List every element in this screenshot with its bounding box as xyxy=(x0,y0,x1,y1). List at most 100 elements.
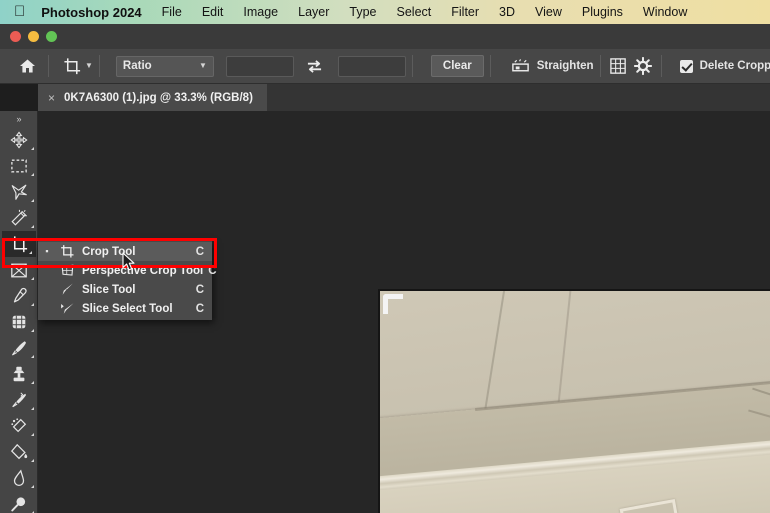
eyedropper-tool-icon xyxy=(13,287,27,303)
tool-lasso[interactable] xyxy=(0,179,38,205)
photoshop-app-window:  Photoshop 2024 File Edit Image Layer T… xyxy=(0,0,770,513)
slice-select-icon xyxy=(57,301,77,316)
menu-item-file[interactable]: File xyxy=(162,5,182,19)
menu-item-window[interactable]: Window xyxy=(643,5,687,19)
tool-brush[interactable] xyxy=(0,335,38,361)
menu-item-slice-tool[interactable]: Slice Tool C xyxy=(38,280,212,299)
macos-menu-bar:  Photoshop 2024 File Edit Image Layer T… xyxy=(0,0,770,24)
tool-options-bar: ▼ Ratio ▼ Clear Straighten Delete Cropp xyxy=(0,49,770,84)
tool-blur[interactable] xyxy=(0,465,38,491)
tool-paint-bucket[interactable] xyxy=(0,439,38,465)
document-tab-title: 0K7A6300 (1).jpg @ 33.3% (RGB/8) xyxy=(64,91,253,104)
straighten-button[interactable]: Straighten xyxy=(511,58,594,74)
tool-group-indicator xyxy=(31,485,34,488)
document-tab[interactable]: × 0K7A6300 (1).jpg @ 33.3% (RGB/8) xyxy=(38,84,267,111)
clone-stamp-icon xyxy=(13,366,25,382)
history-brush-icon xyxy=(12,392,27,408)
swap-arrows-icon xyxy=(308,59,322,73)
menu-item-3d[interactable]: 3D xyxy=(499,5,515,19)
menu-item-filter[interactable]: Filter xyxy=(451,5,479,19)
maximize-button[interactable] xyxy=(46,31,57,42)
home-icon xyxy=(19,59,35,73)
straighten-icon xyxy=(511,59,529,72)
minimize-button[interactable] xyxy=(28,31,39,42)
crop-width-input[interactable] xyxy=(225,55,294,77)
tool-crop[interactable] xyxy=(2,231,36,257)
image-preview[interactable] xyxy=(378,289,770,513)
menu-item-shortcut: C xyxy=(208,264,217,277)
close-button[interactable] xyxy=(10,31,21,42)
tools-panel: » xyxy=(0,111,38,513)
eraser-tool-icon xyxy=(11,418,27,433)
window-title-bar xyxy=(0,24,770,49)
chevron-down-icon: ▼ xyxy=(199,61,207,70)
menu-item-slice-select-tool[interactable]: Slice Select Tool C xyxy=(38,299,212,318)
application-frame: ▼ Ratio ▼ Clear Straighten Delete Cropp … xyxy=(0,24,770,513)
menu-item-plugins[interactable]: Plugins xyxy=(582,5,623,19)
divider xyxy=(660,55,662,77)
crop-tool-icon xyxy=(64,57,81,74)
picture-frame xyxy=(619,499,680,513)
tool-zoom[interactable] xyxy=(0,491,38,513)
aspect-ratio-value: Ratio xyxy=(122,60,152,72)
home-button[interactable] xyxy=(12,53,42,79)
blur-tool-icon xyxy=(13,469,25,486)
magic-wand-tool-icon xyxy=(11,209,27,226)
active-tool-preview[interactable]: ▼ xyxy=(63,57,93,76)
tool-group-indicator xyxy=(31,381,34,384)
lasso-tool-icon xyxy=(11,184,27,200)
swap-dimensions-button[interactable] xyxy=(304,55,326,77)
delete-cropped-pixels-checkbox[interactable] xyxy=(679,59,693,73)
divider xyxy=(411,55,413,77)
menu-item-layer[interactable]: Layer xyxy=(298,5,329,19)
tool-eyedropper[interactable] xyxy=(0,283,38,309)
crop-height-input[interactable] xyxy=(337,55,406,77)
menu-item-view[interactable]: View xyxy=(535,5,562,19)
crop-corner-handle[interactable] xyxy=(383,294,403,314)
tool-group-indicator xyxy=(31,147,34,150)
tool-move[interactable] xyxy=(0,127,38,153)
menu-item-label: Crop Tool xyxy=(82,245,136,258)
expand-panel-icon[interactable]: » xyxy=(0,111,37,127)
tool-marquee[interactable] xyxy=(0,153,38,179)
tool-eraser[interactable] xyxy=(0,413,38,439)
menu-item-image[interactable]: Image xyxy=(243,5,278,19)
clear-button[interactable]: Clear xyxy=(430,55,484,77)
delete-cropped-pixels-option[interactable]: Delete Cropped Pixels xyxy=(679,59,770,73)
crop-tool-icon xyxy=(10,235,27,252)
tool-group-indicator xyxy=(31,433,34,436)
selected-indicator: ▪ xyxy=(45,246,49,256)
tool-history-brush[interactable] xyxy=(0,387,38,413)
brush-tool-icon xyxy=(12,341,27,356)
tool-clone-stamp[interactable] xyxy=(0,361,38,387)
tool-group-indicator xyxy=(29,251,32,254)
clear-button-label: Clear xyxy=(442,60,472,72)
slice-tool-icon xyxy=(57,282,77,297)
move-tool-icon xyxy=(10,131,28,149)
tool-magic-wand[interactable] xyxy=(0,205,38,231)
menu-item-type[interactable]: Type xyxy=(349,5,376,19)
frame-tool-icon xyxy=(11,263,27,277)
marquee-tool-icon xyxy=(11,159,27,173)
divider xyxy=(98,55,100,77)
menu-item-shortcut: C xyxy=(195,302,204,315)
tool-frame[interactable] xyxy=(0,257,38,283)
divider xyxy=(599,55,601,77)
crop-settings-button[interactable] xyxy=(631,54,655,78)
crop-tool-icon xyxy=(57,244,77,259)
menu-item-select[interactable]: Select xyxy=(397,5,432,19)
tool-group-indicator xyxy=(31,329,34,332)
aspect-ratio-select[interactable]: Ratio ▼ xyxy=(115,55,214,77)
tool-spot-healing[interactable] xyxy=(0,309,38,335)
tool-group-indicator xyxy=(31,355,34,358)
tool-group-indicator xyxy=(31,459,34,462)
close-icon[interactable]: × xyxy=(48,92,55,104)
menu-item-shortcut: C xyxy=(195,283,204,296)
grid-overlay-icon xyxy=(610,57,626,74)
crop-overlay-options-button[interactable] xyxy=(607,54,631,78)
menu-item-edit[interactable]: Edit xyxy=(202,5,224,19)
menu-app-name[interactable]: Photoshop 2024 xyxy=(41,5,141,20)
tool-group-indicator xyxy=(31,173,34,176)
apple-logo-icon[interactable]:  xyxy=(14,4,25,19)
tool-group-indicator xyxy=(31,303,34,306)
